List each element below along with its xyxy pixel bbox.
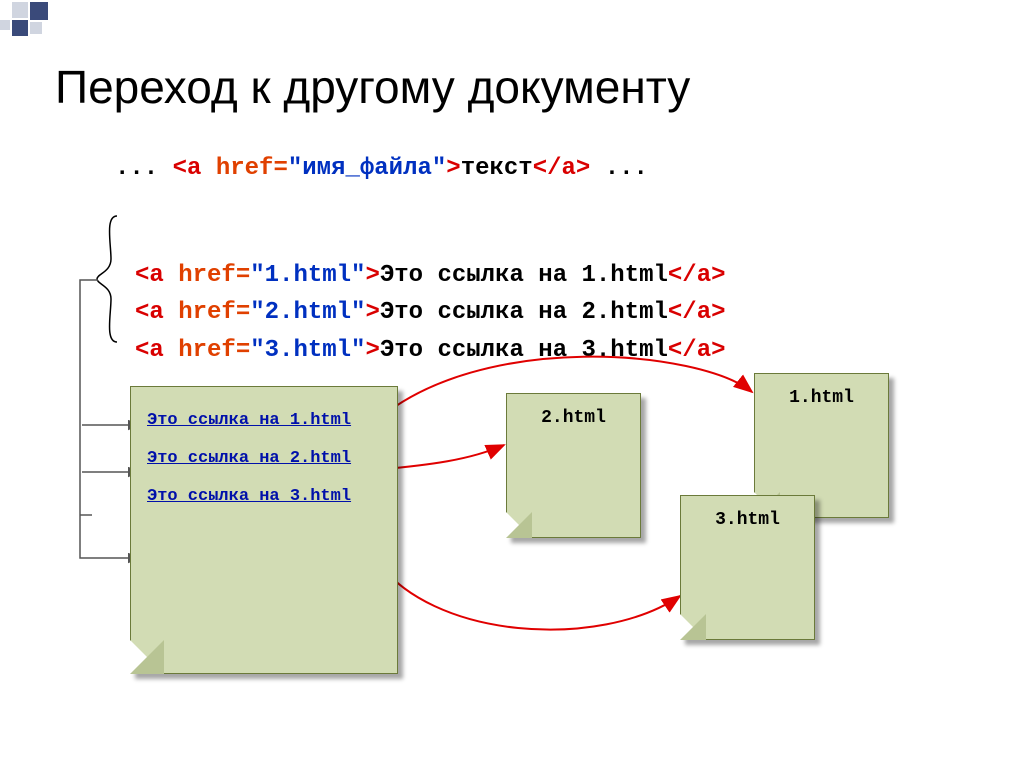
hyperlink-1[interactable]: Это ссылка на 1.html: [147, 411, 397, 430]
folded-corner-icon: [680, 614, 706, 640]
target-document-3: 3.html: [680, 495, 815, 640]
source-document: Это ссылка на 1.html Это ссылка на 2.htm…: [130, 386, 398, 674]
doc-label: 1.html: [789, 388, 854, 408]
code-examples: <a href="1.html">Это ссылка на 1.html</a…: [135, 220, 726, 369]
hyperlink-2[interactable]: Это ссылка на 2.html: [147, 449, 397, 468]
folded-corner-icon: [506, 512, 532, 538]
target-document-2: 2.html: [506, 393, 641, 538]
folded-corner-icon: [130, 640, 164, 674]
doc-label: 3.html: [715, 510, 780, 530]
curly-brace-icon: [95, 214, 125, 344]
slide-corner-decoration: [0, 0, 60, 45]
doc-label: 2.html: [541, 408, 606, 428]
slide-title: Переход к другому документу: [55, 60, 690, 114]
hyperlink-3[interactable]: Это ссылка на 3.html: [147, 487, 397, 506]
syntax-template: ... <a href="имя_файла">текст</a> ...: [115, 155, 648, 182]
